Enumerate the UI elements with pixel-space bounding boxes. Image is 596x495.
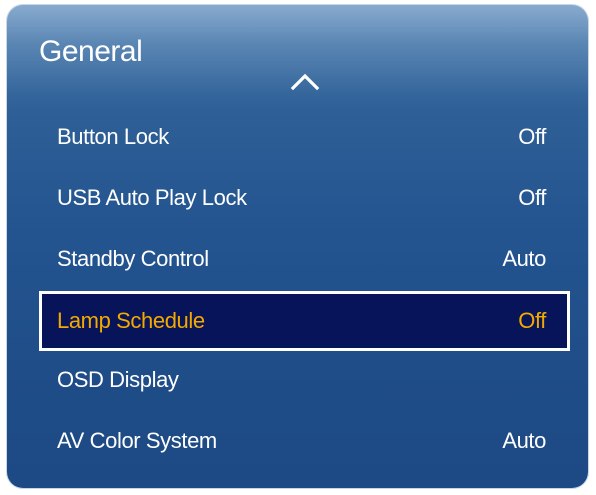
menu-item-button-lock[interactable]: Button Lock Off xyxy=(7,108,588,169)
menu-item-value: Off xyxy=(518,185,546,210)
menu-item-usb-auto-play-lock[interactable]: USB Auto Play Lock Off xyxy=(7,169,588,230)
menu-item-label: Button Lock xyxy=(57,124,169,149)
chevron-up-icon[interactable] xyxy=(290,71,320,91)
menu-item-value: Auto xyxy=(502,428,546,453)
menu-item-label: USB Auto Play Lock xyxy=(57,185,247,210)
menu-item-label: Lamp Schedule xyxy=(57,308,205,333)
menu-item-lamp-schedule[interactable]: Lamp Schedule Off xyxy=(39,291,570,351)
menu-item-label: OSD Display xyxy=(57,367,179,392)
menu-item-label: Standby Control xyxy=(57,246,209,271)
menu-item-value: Off xyxy=(518,308,546,333)
menu-list: Button Lock Off USB Auto Play Lock Off S… xyxy=(7,108,588,473)
menu-item-av-color-system[interactable]: AV Color System Auto xyxy=(7,412,588,473)
general-menu-panel: General Button Lock Off USB Auto Play Lo… xyxy=(7,5,588,488)
menu-item-value: Auto xyxy=(502,246,546,271)
menu-item-label: AV Color System xyxy=(57,428,217,453)
menu-title: General xyxy=(39,35,143,68)
menu-item-osd-display[interactable]: OSD Display xyxy=(7,351,588,412)
menu-item-value: Off xyxy=(518,124,546,149)
menu-item-standby-control[interactable]: Standby Control Auto xyxy=(7,230,588,291)
